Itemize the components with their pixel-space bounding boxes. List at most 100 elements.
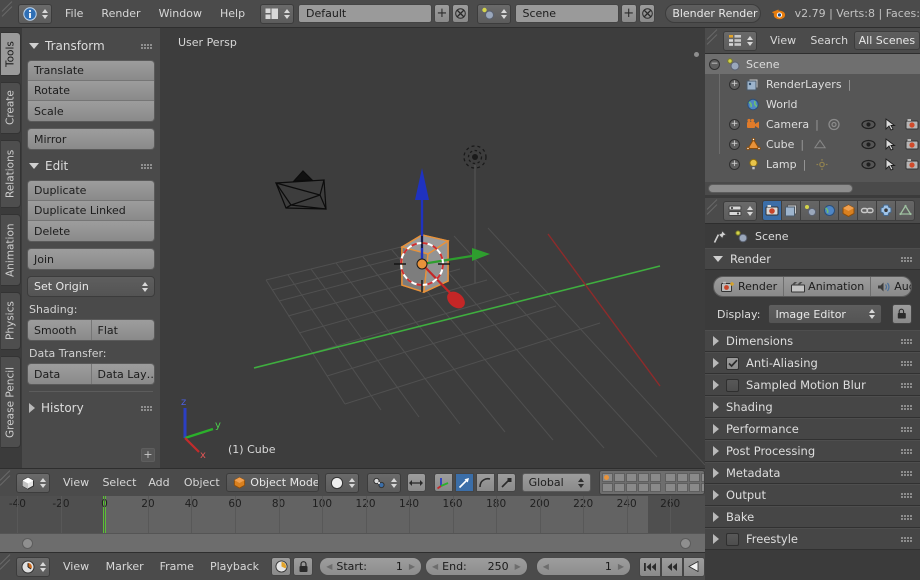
timeline-scroll-knob-right[interactable] — [680, 538, 691, 549]
timeline-menu-view[interactable]: View — [54, 556, 97, 578]
layer-cell-7[interactable] — [677, 473, 688, 482]
timeline-scale[interactable] — [0, 533, 705, 552]
tab-physics[interactable]: Physics — [1, 292, 21, 350]
tab-render[interactable] — [762, 200, 782, 221]
auto-keyframe-record-icon[interactable] — [271, 557, 291, 576]
layer-cell-5[interactable] — [650, 473, 661, 482]
render-engine-selector[interactable]: Blender Render — [665, 4, 760, 23]
restrict-render-toggle[interactable] — [901, 114, 920, 134]
data-layout-transfer-button[interactable]: Data Lay… — [92, 364, 155, 384]
tab-object[interactable] — [838, 200, 858, 221]
pivot-point-selector[interactable] — [367, 473, 401, 493]
restrict-render-toggle[interactable] — [901, 134, 920, 154]
viewport-collapse-handle[interactable] — [694, 52, 699, 57]
expand-toggle-icon[interactable]: + — [729, 159, 740, 170]
info-editor-type-selector[interactable] — [18, 4, 52, 24]
transform-orientation-selector[interactable]: Global — [522, 473, 592, 492]
outliner-menu-search[interactable]: Search — [801, 30, 851, 52]
flat-shading-button[interactable]: Flat — [92, 320, 155, 340]
expand-toggle-icon[interactable]: + — [729, 139, 740, 150]
panel-header-sampled-motion-blur[interactable]: Sampled Motion Blur — [705, 374, 920, 396]
delete-screen-layout-button[interactable] — [452, 4, 468, 23]
layer-cell-1[interactable] — [602, 473, 613, 482]
viewport-editor-type-selector[interactable] — [16, 473, 50, 493]
panel-header-freestyle[interactable]: Freestyle — [705, 528, 920, 550]
tab-animation[interactable]: Animation — [1, 214, 21, 286]
editor-type-spinner[interactable] — [37, 9, 48, 19]
layer-cell-18[interactable] — [689, 483, 700, 492]
start-frame-dec-arrow[interactable]: ◀ — [326, 562, 332, 571]
restrict-view-toggle[interactable] — [857, 114, 879, 134]
layer-cell-14[interactable] — [638, 483, 649, 492]
current-frame-dec-arrow[interactable]: ◀ — [543, 562, 549, 571]
layer-cell-11[interactable] — [602, 483, 613, 492]
3d-viewport[interactable]: z y x User Persp (1) Cube — [160, 28, 705, 468]
add-screen-layout-button[interactable]: + — [434, 4, 450, 23]
rotate-manipulator-icon[interactable] — [476, 473, 495, 492]
start-frame-inc-arrow[interactable]: ▶ — [409, 562, 415, 571]
tab-create[interactable]: Create — [1, 82, 21, 134]
outliner-menu-view[interactable]: View — [761, 30, 801, 52]
scene-spinner[interactable] — [496, 9, 507, 19]
display-mode-dropdown[interactable]: Image Editor — [768, 304, 882, 324]
timeline-editor-type-selector[interactable] — [16, 557, 50, 577]
duplicate-button[interactable]: Duplicate — [28, 181, 154, 201]
layer-cell-3[interactable] — [626, 473, 637, 482]
panel-header-post-processing[interactable]: Post Processing — [705, 440, 920, 462]
expand-toggle-icon[interactable]: + — [729, 79, 740, 90]
axis-gizmo-icon[interactable] — [434, 473, 453, 492]
add-scene-button[interactable]: + — [621, 4, 637, 23]
smooth-shading-button[interactable]: Smooth — [28, 320, 92, 340]
translate-manipulator-icon[interactable] — [455, 473, 474, 492]
current-frame-inc-arrow[interactable]: ▶ — [618, 562, 624, 571]
panel-header-shading[interactable]: Shading — [705, 396, 920, 418]
timeline-scroll-knob-left[interactable] — [22, 538, 33, 549]
layer-cell-2[interactable] — [614, 473, 625, 482]
lock-interface-icon[interactable] — [892, 304, 912, 324]
screen-layout-name[interactable]: Default — [298, 4, 432, 23]
timeline-corner-widget[interactable] — [0, 553, 12, 580]
panel-header-render[interactable]: Render — [705, 248, 920, 270]
render-animation-button[interactable]: Animation — [784, 277, 871, 296]
tab-scene[interactable] — [800, 200, 820, 221]
panel-header-anti-aliasing[interactable]: Anti-Aliasing — [705, 352, 920, 374]
scene-layers-widget[interactable] — [599, 470, 705, 495]
outliner-row-scene[interactable]: − Scene — [705, 54, 920, 74]
jump-to-start-icon[interactable] — [639, 557, 661, 577]
tab-modifiers[interactable] — [876, 200, 896, 221]
outliner-row-lamp[interactable]: + Lamp | — [705, 154, 920, 174]
anti-aliasing-checkbox[interactable] — [726, 357, 739, 370]
outliner-scroll-thumb[interactable] — [708, 184, 853, 193]
tab-world[interactable] — [819, 200, 839, 221]
viewport-shading-spinner[interactable] — [344, 478, 355, 488]
current-frame-field[interactable]: ◀ 1 ▶ — [536, 557, 631, 576]
outliner-corner-widget[interactable] — [707, 28, 719, 53]
end-frame-dec-arrow[interactable]: ◀ — [432, 562, 438, 571]
pivot-point-spinner[interactable] — [386, 478, 397, 488]
pin-icon[interactable] — [713, 229, 728, 244]
render-audio-button[interactable]: Audio — [871, 277, 911, 296]
end-frame-field[interactable]: ◀ End: 250 ▶ — [425, 557, 528, 576]
delete-button[interactable]: Delete — [28, 221, 154, 241]
panel-header-dimensions[interactable]: Dimensions — [705, 330, 920, 352]
viewport-menu-view[interactable]: View — [54, 472, 93, 494]
layer-block-top[interactable] — [600, 471, 663, 494]
tab-grease-pencil[interactable]: Grease Pencil — [1, 356, 21, 448]
outliner-editor-type-selector[interactable] — [723, 31, 757, 51]
tab-data[interactable] — [895, 200, 915, 221]
layer-cell-15[interactable] — [650, 483, 661, 492]
scale-manipulator-icon[interactable] — [497, 473, 516, 492]
layer-cell-13[interactable] — [626, 483, 637, 492]
render-engine-spinner[interactable] — [758, 9, 761, 19]
viewport-corner-widget[interactable] — [0, 469, 12, 496]
rotate-button[interactable]: Rotate — [28, 81, 154, 101]
timeline-editor[interactable]: -40-200204060801001201401601802002202402… — [0, 496, 705, 552]
viewport-editor-spinner[interactable] — [35, 478, 46, 488]
outliner-tree[interactable]: − Scene + RenderLayers | — [705, 54, 920, 182]
restrict-render-toggle[interactable] — [901, 154, 920, 174]
proportional-edit-icon[interactable] — [407, 473, 425, 492]
delete-scene-button[interactable] — [639, 4, 655, 23]
properties-editor-type-selector[interactable] — [723, 201, 757, 221]
lock-icon[interactable] — [293, 557, 313, 576]
layer-cell-17[interactable] — [677, 483, 688, 492]
